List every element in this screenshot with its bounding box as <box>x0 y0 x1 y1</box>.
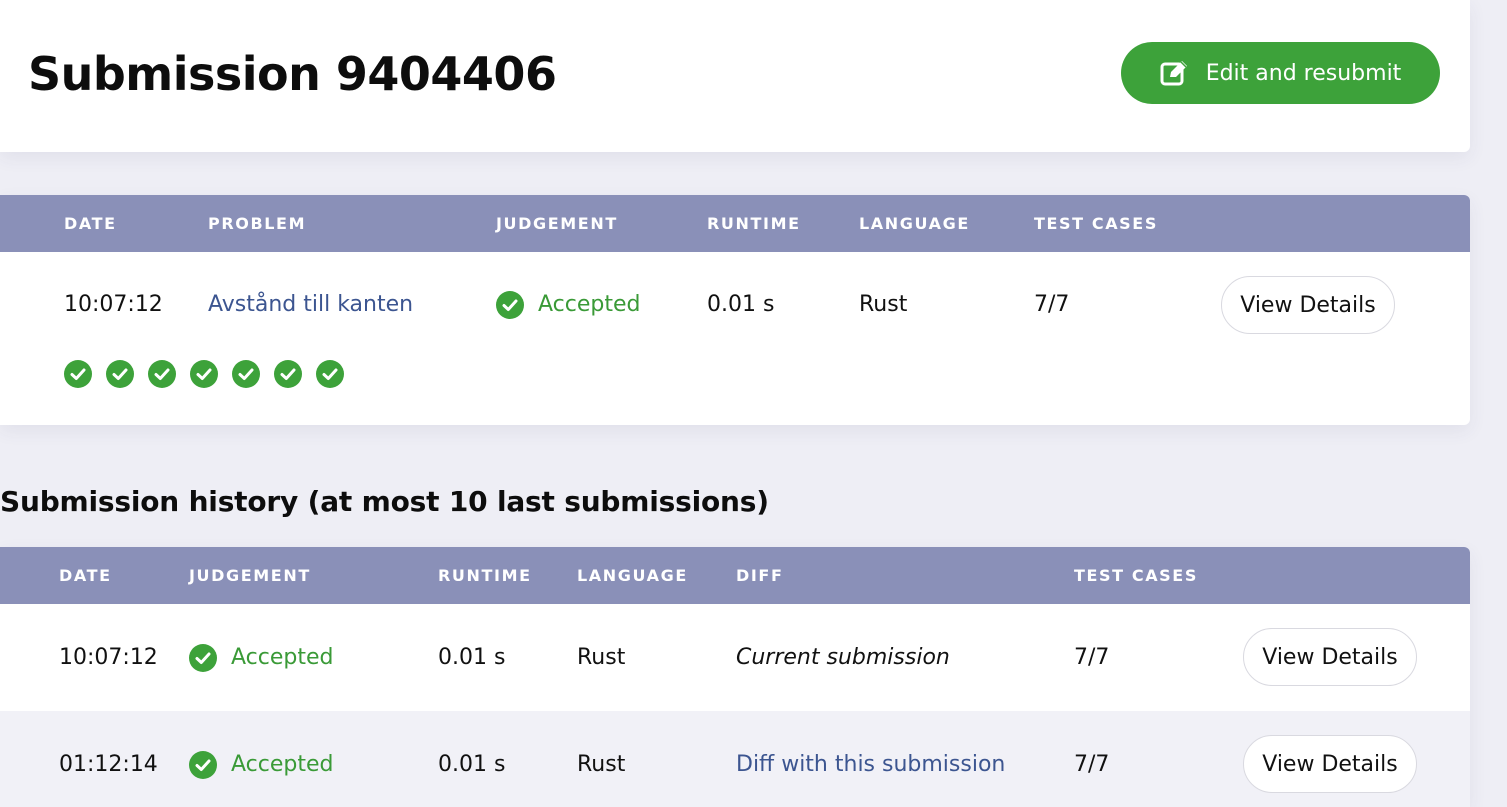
history-table-header: DATE JUDGEMENT RUNTIME LANGUAGE DIFF TES… <box>0 547 1470 604</box>
test-case-check-icon <box>190 360 218 388</box>
column-header-judgement: JUDGEMENT <box>496 214 618 233</box>
test-case-check-icon <box>232 360 260 388</box>
table-row: 10:07:12 Accepted 0.01 s Rust Current su… <box>0 604 1470 711</box>
column-header-runtime: RUNTIME <box>707 214 801 233</box>
check-circle-icon <box>189 751 217 779</box>
column-header-language: LANGUAGE <box>859 214 970 233</box>
test-cases-value: 7/7 <box>1034 292 1070 317</box>
judgement-status: Accepted <box>189 643 333 673</box>
check-circle-icon <box>496 291 524 319</box>
diff-current-label: Current submission <box>736 645 950 670</box>
judgement-label: Accepted <box>231 752 334 777</box>
test-case-check-icon <box>64 360 92 388</box>
view-details-button[interactable]: View Details <box>1243 628 1417 686</box>
column-header-runtime: RUNTIME <box>438 566 532 585</box>
history-date: 10:07:12 <box>59 645 158 670</box>
column-header-judgement: JUDGEMENT <box>189 566 311 585</box>
view-details-button[interactable]: View Details <box>1221 276 1395 334</box>
column-header-problem: PROBLEM <box>208 214 307 233</box>
runtime-value: 0.01 s <box>438 645 506 670</box>
test-case-check-icon <box>316 360 344 388</box>
language-value: Rust <box>577 752 626 777</box>
submission-table-header: DATE PROBLEM JUDGEMENT RUNTIME LANGUAGE … <box>0 195 1470 252</box>
test-cases-value: 7/7 <box>1074 752 1110 777</box>
judgement-label: Accepted <box>231 645 334 670</box>
problem-link[interactable]: Avstånd till kanten <box>208 290 413 320</box>
edit-and-resubmit-label: Edit and resubmit <box>1205 60 1402 86</box>
language-value: Rust <box>577 645 626 670</box>
runtime-value: 0.01 s <box>707 292 775 317</box>
language-value: Rust <box>859 292 908 317</box>
edit-icon <box>1160 59 1190 87</box>
test-case-results <box>64 360 344 388</box>
column-header-date: DATE <box>64 214 117 233</box>
submission-table: DATE PROBLEM JUDGEMENT RUNTIME LANGUAGE … <box>0 195 1470 425</box>
judgement-status: Accepted <box>189 750 333 780</box>
test-cases-value: 7/7 <box>1074 645 1110 670</box>
diff-link[interactable]: Diff with this submission <box>736 750 1005 780</box>
test-case-check-icon <box>148 360 176 388</box>
table-row: 10:07:12 Avstånd till kanten Accepted 0.… <box>0 252 1470 425</box>
submission-history-title: Submission history (at most 10 last subm… <box>0 485 769 518</box>
column-header-language: LANGUAGE <box>577 566 688 585</box>
view-details-button[interactable]: View Details <box>1243 735 1417 793</box>
history-date: 01:12:14 <box>59 752 158 777</box>
test-case-check-icon <box>274 360 302 388</box>
submission-history-table: DATE JUDGEMENT RUNTIME LANGUAGE DIFF TES… <box>0 547 1470 807</box>
runtime-value: 0.01 s <box>438 752 506 777</box>
table-row: 01:12:14 Accepted 0.01 s Rust Diff with … <box>0 711 1470 807</box>
page-title: Submission 9404406 <box>28 47 557 101</box>
submission-header: Submission 9404406 Edit and resubmit <box>0 0 1470 152</box>
judgement-label: Accepted <box>538 292 641 317</box>
test-case-check-icon <box>106 360 134 388</box>
column-header-date: DATE <box>59 566 112 585</box>
edit-and-resubmit-button[interactable]: Edit and resubmit <box>1121 42 1440 104</box>
judgement-status: Accepted <box>496 290 640 320</box>
column-header-test-cases: TEST CASES <box>1034 214 1158 233</box>
column-header-diff: DIFF <box>736 566 784 585</box>
check-circle-icon <box>189 644 217 672</box>
submission-date: 10:07:12 <box>64 292 163 317</box>
column-header-test-cases: TEST CASES <box>1074 566 1198 585</box>
